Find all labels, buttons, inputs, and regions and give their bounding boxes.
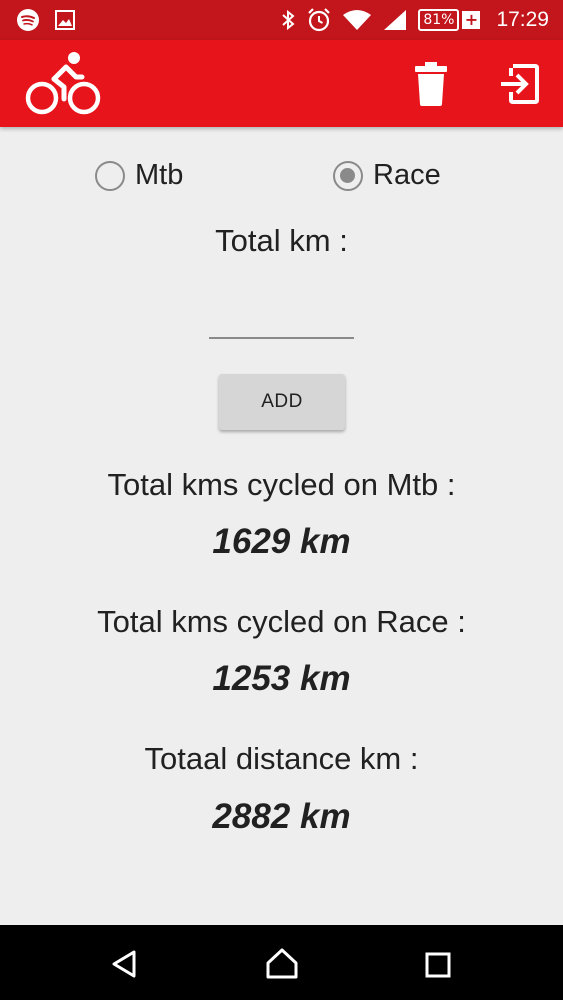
radio-race-circle[interactable] <box>333 160 363 191</box>
radio-mtb-circle[interactable] <box>95 160 125 191</box>
trash-icon[interactable] <box>410 62 452 106</box>
radio-mtb[interactable]: Mtb <box>95 159 183 192</box>
total-distance-value: 2882 km <box>212 797 351 836</box>
main-content: Mtb Race Total km : ADD Total kms cycled… <box>0 127 563 925</box>
bicycle-icon <box>25 52 101 115</box>
mtb-total-label: Total kms cycled on Mtb : <box>107 467 456 502</box>
bluetooth-icon <box>282 9 295 31</box>
total-distance-label: Totaal distance km : <box>144 741 419 776</box>
battery-icon: 81% + <box>418 9 481 31</box>
signal-icon <box>384 10 407 30</box>
total-km-input[interactable] <box>209 303 354 339</box>
wifi-icon <box>343 10 372 30</box>
navigation-bar <box>0 925 563 1000</box>
back-icon[interactable] <box>110 949 138 979</box>
image-icon <box>55 10 75 30</box>
mtb-total-value: 1629 km <box>212 522 351 561</box>
race-total-value: 1253 km <box>212 659 351 698</box>
home-icon[interactable] <box>265 947 299 979</box>
status-bar: 81% + 17:29 <box>0 0 563 40</box>
radio-mtb-label[interactable]: Mtb <box>135 159 183 192</box>
add-button[interactable]: ADD <box>219 374 345 430</box>
radio-race-label[interactable]: Race <box>373 159 441 192</box>
status-clock: 17:29 <box>496 8 549 31</box>
bike-type-group: Mtb Race <box>0 159 563 199</box>
exit-icon[interactable] <box>497 62 541 106</box>
alarm-icon <box>308 8 331 32</box>
app-toolbar <box>0 40 563 127</box>
spotify-icon <box>17 9 39 31</box>
radio-race[interactable]: Race <box>333 159 441 192</box>
race-total-label: Total kms cycled on Race : <box>97 604 466 639</box>
total-km-label: Total km : <box>215 223 348 258</box>
recent-apps-icon[interactable] <box>425 952 451 978</box>
battery-percent: 81% <box>418 9 460 31</box>
charging-icon: + <box>462 11 481 29</box>
